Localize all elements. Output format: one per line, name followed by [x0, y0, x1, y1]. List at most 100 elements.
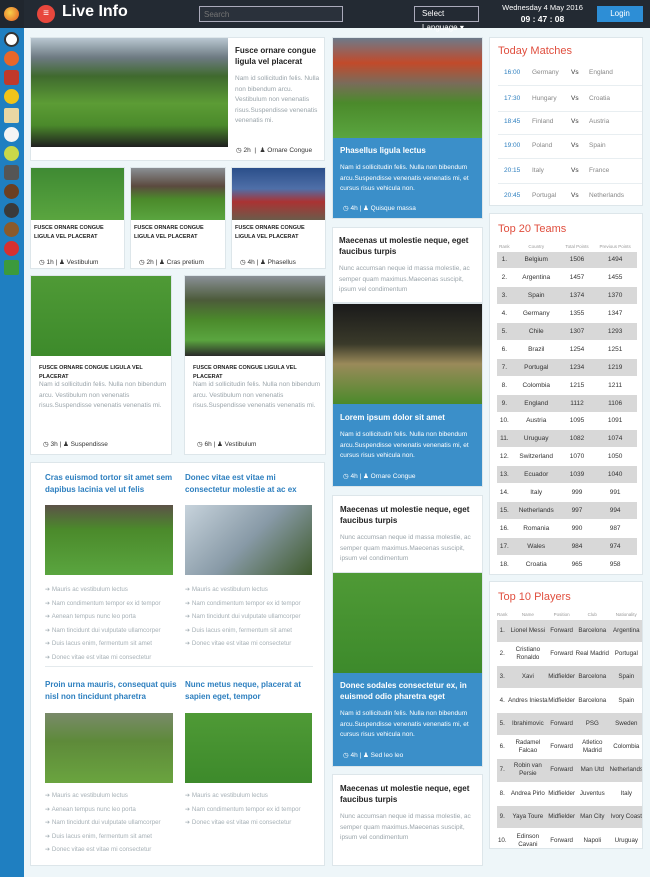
field-icon[interactable]	[4, 260, 19, 275]
featured-blue-article[interactable]: Donec sodales consectetur ex, in euismod…	[332, 572, 483, 767]
list-item[interactable]: ➔ Mauris ac vestibulum lectus	[45, 791, 180, 800]
table-row[interactable]: 7. Robin van Persie Forward Man Utd Netherla…	[497, 758, 642, 783]
table-cell: Robin van Persie	[507, 758, 549, 783]
table-row[interactable]: 5. Chile 1307 1293	[497, 322, 637, 341]
list-item[interactable]: ➔ Donec vitae est vitae mi consectetur	[45, 845, 180, 854]
table-row[interactable]: 18. Croatia 965 958	[497, 554, 637, 574]
table-row[interactable]: 1. Lionel Messi Forward Barcelona Argentina	[497, 618, 642, 643]
table-row[interactable]: 8. Andrea Pirlo Midfielder Juventus Italy	[497, 781, 642, 806]
table-row[interactable]: 4. Andres Iniesta Midfielder Barcelona Spain	[497, 688, 642, 713]
list-title[interactable]: Proin urna mauris, consequat quis nisl n…	[45, 679, 177, 702]
feature-article[interactable]: Fusce ornare congue ligula vel placerat …	[30, 37, 325, 161]
away-team: Netherlands	[589, 192, 625, 199]
medium-article[interactable]: FUSCE ORNARE CONGUE LIGULA VEL PLACERAT …	[184, 275, 326, 455]
article-title[interactable]: FUSCE ORNARE CONGUE LIGULA VEL PLACERAT	[235, 224, 325, 242]
list-item[interactable]: ➔ Nam condimentum tempor ex id tempor	[45, 599, 180, 608]
list-item[interactable]: ➔ Mauris ac vestibulum lectus	[185, 585, 324, 594]
basketball-icon[interactable]	[4, 51, 19, 66]
article-title[interactable]: Donec sodales consectetur ex, in euismod…	[340, 680, 482, 702]
list-item[interactable]: ➔ Aenean tempus nunc leo porta	[45, 805, 180, 814]
table-row[interactable]: 10. Austria 1095 1091	[497, 411, 637, 430]
table-row[interactable]: 6. Radamel Falcao Forward Atletico Madrid Co…	[497, 734, 642, 759]
featured-blue-article[interactable]: Phasellus ligula lectus Nam id sollicitu…	[332, 37, 483, 219]
article-title[interactable]: Phasellus ligula lectus	[340, 145, 480, 156]
list-item[interactable]: ➔ Mauris ac vestibulum lectus	[185, 791, 324, 800]
table-row[interactable]: 14. Italy 999 991	[497, 483, 637, 502]
runner-icon[interactable]	[4, 203, 19, 218]
table-row[interactable]: 7. Portugal 1234 1219	[497, 357, 637, 377]
list-title[interactable]: Nunc metus neque, placerat at sapien ege…	[185, 679, 315, 702]
table-row[interactable]: 6. Brazil 1254 1251	[497, 339, 637, 359]
match-row[interactable]: 20:45 Portugal Vs Netherlands	[498, 183, 642, 205]
rugby-icon[interactable]	[4, 222, 19, 237]
list-item[interactable]: ➔ Donec vitae est vitae mi consectetur	[185, 818, 324, 827]
logo-icon[interactable]	[0, 0, 24, 28]
list-item[interactable]: ➔ Duis lacus enim, fermentum sit amet	[45, 832, 180, 841]
table-row[interactable]: 19.Hungary951945	[497, 572, 637, 574]
match-row[interactable]: 18:45 Finland Vs Austria	[498, 109, 642, 135]
small-article[interactable]: FUSCE ORNARE CONGUE LIGULA VEL PLACERAT …	[130, 167, 226, 269]
article-title[interactable]: Fusce ornare congue ligula vel placerat	[235, 45, 320, 67]
table-cell: Barcelona	[575, 665, 610, 689]
list-item[interactable]: ➔ Donec vitae est vitae mi consectetur	[185, 639, 324, 648]
list-item[interactable]: ➔ Nam condimentum tempor ex id tempor	[185, 599, 324, 608]
table-row[interactable]: 17. Wales 984 974	[497, 536, 637, 556]
hockey-icon[interactable]	[4, 165, 19, 180]
list-title[interactable]: Cras euismod tortor sit amet sem dapibus…	[45, 472, 175, 495]
language-select[interactable]: Select Language ▾	[414, 6, 479, 32]
list-item[interactable]: ➔ Mauris ac vestibulum lectus	[45, 585, 180, 594]
list-item[interactable]: ➔ Nam tincidunt dui vulputate ullamcorpe…	[45, 818, 180, 827]
list-item[interactable]: ➔ Aenean tempus nunc leo porta	[45, 612, 180, 621]
table-row[interactable]: 15. Netherlands 997 994	[497, 500, 637, 520]
table-row[interactable]: 4. Germany 1355 1347	[497, 304, 637, 323]
table-row[interactable]: 13. Ecuador 1039 1040	[497, 465, 637, 484]
list-item[interactable]: ➔ Nam tincidunt dui vulputate ullamcorpe…	[45, 626, 180, 635]
boxing-icon[interactable]	[4, 241, 19, 256]
text-article[interactable]: Maecenas ut molestie neque, eget faucibu…	[332, 774, 483, 866]
list-item[interactable]: ➔ Nam tincidunt dui vulputate ullamcorpe…	[185, 612, 324, 621]
search-input[interactable]	[199, 6, 343, 22]
list-item[interactable]: ➔ Duis lacus enim, fermentum sit amet	[185, 626, 324, 635]
table-row[interactable]: 2. Argentina 1457 1455	[497, 268, 637, 287]
list-title[interactable]: Donec vitae est vitae mi consectetur mol…	[185, 472, 315, 495]
table-row[interactable]: 9. Yaya Toure Midfielder Man City Ivory Coas…	[497, 804, 642, 829]
article-title[interactable]: FUSCE ORNARE CONGUE LIGULA VEL PLACERAT	[34, 224, 124, 242]
tennis-icon[interactable]	[4, 146, 19, 161]
article-title[interactable]: Lorem ipsum dolor sit amet	[340, 412, 480, 423]
article-title[interactable]: FUSCE ORNARE CONGUE LIGULA VEL PLACERAT	[134, 224, 224, 242]
list-item[interactable]: ➔ Duis lacus enim, fermentum sit amet	[45, 639, 180, 648]
table-row[interactable]: 12. Switzerland 1070 1050	[497, 447, 637, 466]
table-row[interactable]: 10. Edinson Cavani Forward Napoli Uruguay	[497, 828, 642, 848]
match-row[interactable]: 20:15 Italy Vs France	[498, 158, 642, 184]
article-title[interactable]: Maecenas ut molestie neque, eget faucibu…	[340, 783, 480, 805]
list-item[interactable]: ➔ Donec vitae est vitae mi consectetur	[45, 653, 180, 662]
table-row[interactable]: 16. Romania 990 987	[497, 518, 637, 538]
table-row[interactable]: 3. Xavi Midfielder Barcelona Spain	[497, 665, 642, 689]
medium-article[interactable]: FUSCE ORNARE CONGUE LIGULA VEL PLACERAT …	[30, 275, 172, 455]
small-article[interactable]: FUSCE ORNARE CONGUE LIGULA VEL PLACERAT …	[30, 167, 125, 269]
cricket-icon[interactable]	[4, 108, 19, 123]
medal-icon[interactable]	[4, 89, 19, 104]
login-button[interactable]: Login	[597, 6, 643, 22]
table-row[interactable]: 1. Belgium 1506 1494	[497, 250, 637, 269]
article-title[interactable]: Maecenas ut molestie neque, eget faucibu…	[340, 504, 480, 526]
table-cell: 990	[560, 518, 594, 538]
football-icon[interactable]	[4, 32, 19, 47]
article-title[interactable]: Maecenas ut molestie neque, eget faucibu…	[339, 235, 479, 257]
table-row[interactable]: 11. Uruguay 1082 1074	[497, 429, 637, 448]
table-row[interactable]: 8. Colombia 1215 1211	[497, 375, 637, 395]
table-row[interactable]: 2. Cristiano Ronaldo Forward Real Madrid Por…	[497, 641, 642, 666]
table-row[interactable]: 5. Ibrahimovic Forward PSG Sweden	[497, 711, 642, 736]
boot-icon[interactable]	[4, 70, 19, 85]
table-row[interactable]: 9. England 1112 1106	[497, 393, 637, 413]
menu-icon[interactable]: ≡	[37, 5, 55, 23]
match-row[interactable]: 19:00 Poland Vs Spain	[498, 133, 642, 159]
text-article[interactable]: Maecenas ut molestie neque, eget faucibu…	[332, 495, 483, 575]
featured-blue-article[interactable]: Lorem ipsum dolor sit amet Nam id sollic…	[332, 303, 483, 487]
horse-icon[interactable]	[4, 184, 19, 199]
golf-icon[interactable]	[4, 127, 19, 142]
small-article[interactable]: FUSCE ORNARE CONGUE LIGULA VEL PLACERAT …	[231, 167, 326, 269]
list-item[interactable]: ➔ Nam condimentum tempor ex id tempor	[185, 805, 324, 814]
match-row[interactable]: 16:00 Germany Vs England	[498, 60, 642, 86]
table-row[interactable]: 3. Spain 1374 1370	[497, 286, 637, 305]
